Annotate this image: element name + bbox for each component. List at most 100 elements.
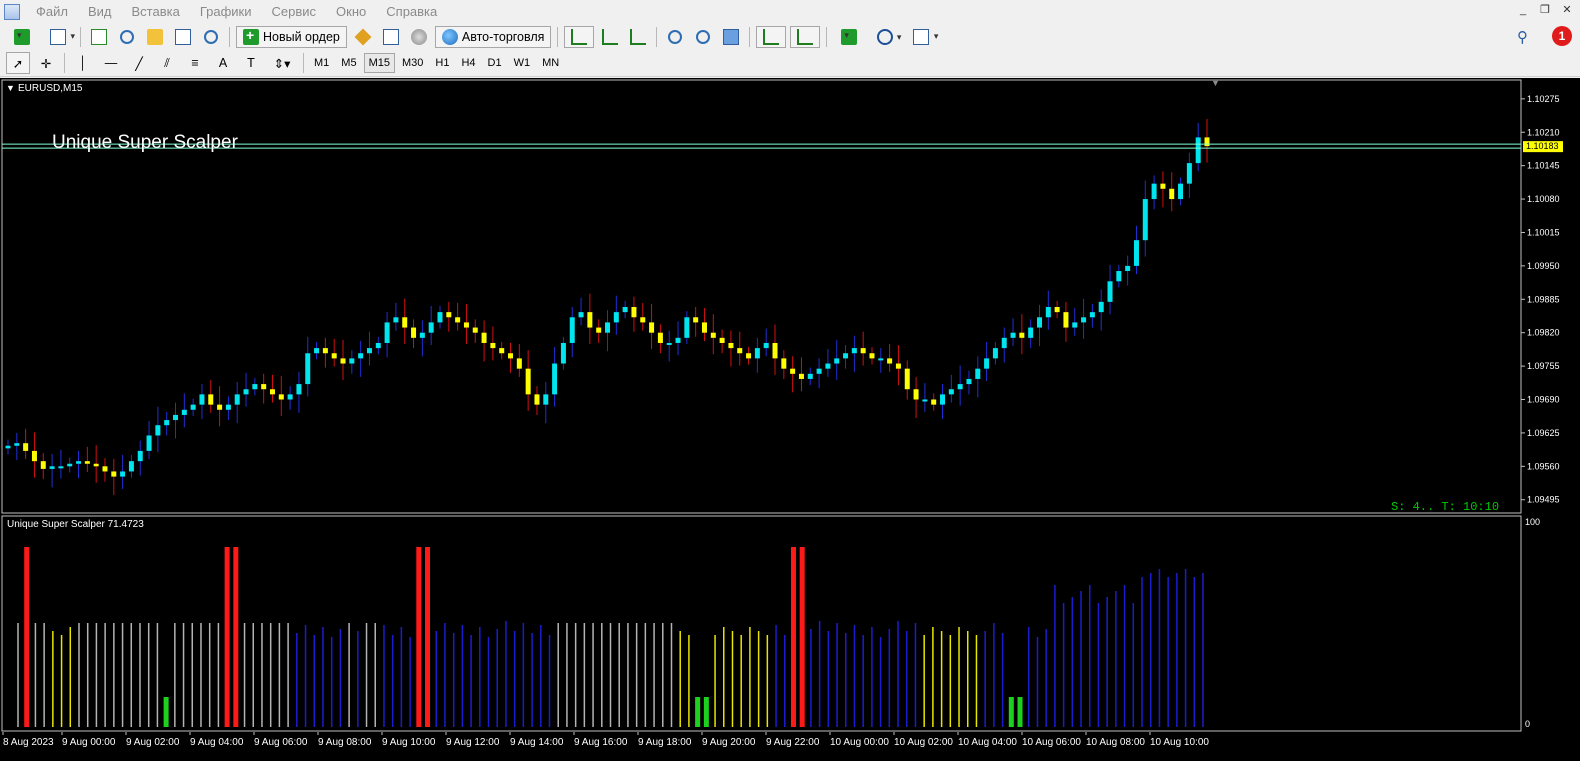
bull-candle [1081,317,1087,323]
indicator-bar [853,625,856,727]
indicator-bar [522,623,525,727]
fibonacci-button[interactable]: ≡ [183,52,207,74]
new-order-button[interactable]: Новый ордер [236,26,347,48]
data-window-button[interactable] [115,26,139,48]
indicator-bar [104,623,106,727]
templates-icon [913,29,938,45]
notifications-badge[interactable]: 1 [1552,26,1572,46]
indicator-bar [139,623,141,727]
bear-candle [322,348,328,354]
market-watch-button[interactable] [87,26,111,48]
time-tick-label: 9 Aug 04:00 [190,737,244,748]
bull-candle [243,389,249,395]
horizontal-line-button[interactable]: — [99,52,123,74]
vertical-line-button[interactable]: │ [71,52,95,74]
timeframe-mn[interactable]: MN [537,53,564,73]
bar-chart-button[interactable] [564,26,595,48]
zoom-in-button[interactable] [663,26,687,48]
bear-candle [261,384,267,390]
periods-button[interactable] [869,26,901,48]
chart-window[interactable]: ▼ EURUSD,M15 ▼ Unique Super Scalper 1.10… [0,78,1580,761]
indicator-bar [958,627,960,727]
timeframe-w1[interactable]: W1 [509,53,536,73]
arrows-button[interactable]: ⇕▾ [267,52,297,74]
line-chart-button[interactable] [626,26,650,48]
indicator-bar [862,635,864,727]
trendline-button[interactable]: ╱ [127,52,151,74]
channel-button[interactable]: ⫽ [155,52,179,74]
timeframe-m30[interactable]: M30 [397,53,428,73]
timeframe-m15[interactable]: M15 [363,53,395,73]
chart-shift-marker[interactable]: ▼ [1211,78,1220,88]
bull-candle [948,389,954,395]
timeframe-h4[interactable]: H4 [456,53,480,73]
menu-file[interactable]: Файл [26,0,78,24]
bull-candle [578,312,584,318]
minimize-icon[interactable]: _ [1516,3,1530,17]
bear-candle [596,327,602,333]
bear-candle [463,322,469,328]
metaeditor-button[interactable] [351,26,375,48]
indicator-bar [740,635,742,727]
price-tick-label: 1.10145 [1527,161,1560,171]
bear-candle [269,389,275,395]
indicator-bar [1176,573,1178,727]
indicator-bar [984,631,986,727]
app-icon[interactable] [4,4,20,20]
autotrade-button[interactable]: Авто-торговля [434,26,552,48]
timeframe-m5[interactable]: M5 [336,53,361,73]
search-icon[interactable]: ⚲ [1517,28,1528,46]
menu-insert[interactable]: Вставка [122,0,190,24]
menu-tools[interactable]: Сервис [262,0,327,24]
timeframe-d1[interactable]: D1 [483,53,507,73]
menu-view[interactable]: Вид [78,0,122,24]
strategy-tester-button[interactable] [199,26,223,48]
zoom-out-button[interactable] [691,26,715,48]
text-button[interactable]: A [211,52,235,74]
chart-shift-button[interactable] [790,26,821,48]
menu-charts[interactable]: Графики [190,0,262,24]
candlestick-button[interactable] [598,26,622,48]
overlay-title: Unique Super Scalper [52,132,239,153]
text-label-button[interactable]: T [239,52,263,74]
navigator-button[interactable] [143,26,167,48]
indicator-bar [409,637,411,727]
price-chart[interactable]: ▼ EURUSD,M15 ▼ Unique Super Scalper 1.10… [0,78,1580,515]
autotrade-icon [441,29,458,45]
time-tick-label: 9 Aug 22:00 [766,737,820,748]
menu-window[interactable]: Окно [326,0,376,24]
bull-candle [560,342,566,364]
bear-candle [913,389,919,400]
indicator-bar [1001,633,1004,727]
indicator-bar [69,627,72,727]
timeframe-m1[interactable]: M1 [309,53,334,73]
profiles-button[interactable] [42,26,75,48]
signals-button[interactable] [407,26,431,48]
crosshair-button[interactable]: ✛ [34,52,58,74]
community-button[interactable] [379,26,403,48]
indicators-button[interactable] [833,26,867,48]
symbol-dropdown-arrow[interactable]: ▼ [6,83,15,93]
close-icon[interactable]: ✕ [1560,3,1574,17]
bear-candle [781,358,787,369]
indicator-subwindow[interactable]: Unique Super Scalper 71.4723 100 0 [0,515,1580,733]
indicator-bar [723,627,725,727]
indicator-bar [932,627,934,727]
bull-candle [252,384,258,390]
indicator-bar [592,623,594,727]
indicator-bar [635,623,638,727]
bull-candle [419,332,425,338]
cursor-button[interactable]: ➚ [6,52,30,74]
new-chart-button[interactable] [6,26,40,48]
bear-candle [40,461,46,469]
templates-button[interactable] [905,26,938,48]
menu-help[interactable]: Справка [376,0,447,24]
indicator-bar [243,623,246,727]
restore-icon[interactable]: ❐ [1538,3,1552,17]
indicator-bar [200,623,202,727]
autoscroll-button[interactable] [756,26,787,48]
terminal-button[interactable] [171,26,195,48]
tile-windows-button[interactable] [719,26,743,48]
time-tick-label: 9 Aug 02:00 [126,737,180,748]
timeframe-h1[interactable]: H1 [430,53,454,73]
